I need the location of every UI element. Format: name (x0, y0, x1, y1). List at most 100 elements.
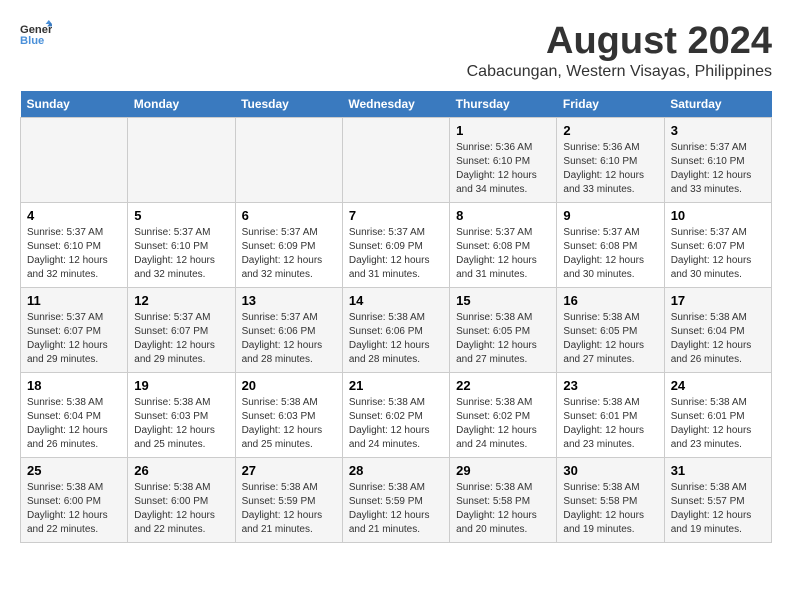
day-number: 7 (349, 208, 443, 223)
header: General Blue August 2024 Cabacungan, Wes… (20, 20, 772, 81)
day-number: 3 (671, 123, 765, 138)
calendar-week-row: 18 Sunrise: 5:38 AM Sunset: 6:04 PM Dayli… (21, 373, 772, 458)
day-number: 12 (134, 293, 228, 308)
calendar-cell: 28Sunrise: 5:38 AM Sunset: 5:59 PM Dayli… (342, 458, 449, 543)
calendar-cell: 13 Sunrise: 5:37 AM Sunset: 6:06 PM Dayli… (235, 288, 342, 373)
calendar-cell: 17 Sunrise: 5:38 AM Sunset: 6:04 PM Dayli… (664, 288, 771, 373)
day-number: 16 (563, 293, 657, 308)
day-info: Sunrise: 5:37 AM Sunset: 6:10 PM Dayligh… (134, 226, 228, 282)
subtitle: Cabacungan, Western Visayas, Philippines (467, 63, 772, 81)
calendar-cell: 23 Sunrise: 5:38 AM Sunset: 6:01 PM Dayli… (557, 373, 664, 458)
calendar-header-monday: Monday (128, 91, 235, 118)
day-info: Sunrise: 5:38 AM Sunset: 6:02 PM Dayligh… (349, 396, 443, 452)
day-number: 21 (349, 378, 443, 393)
day-number: 23 (563, 378, 657, 393)
calendar-cell: 8 Sunrise: 5:37 AM Sunset: 6:08 PM Daylig… (450, 203, 557, 288)
calendar-cell (21, 118, 128, 203)
day-info: Sunrise: 5:37 AM Sunset: 6:08 PM Dayligh… (563, 226, 657, 282)
calendar-cell: 16 Sunrise: 5:38 AM Sunset: 6:05 PM Dayli… (557, 288, 664, 373)
calendar-cell: 14 Sunrise: 5:38 AM Sunset: 6:06 PM Dayli… (342, 288, 449, 373)
day-number: 19 (134, 378, 228, 393)
day-info: Sunrise: 5:37 AM Sunset: 6:08 PM Dayligh… (456, 226, 550, 282)
day-number: 24 (671, 378, 765, 393)
day-number: 10 (671, 208, 765, 223)
day-number: 22 (456, 378, 550, 393)
day-info: Sunrise: 5:38 AM Sunset: 5:59 PM Dayligh… (349, 481, 443, 537)
calendar-header-saturday: Saturday (664, 91, 771, 118)
day-info: Sunrise: 5:37 AM Sunset: 6:07 PM Dayligh… (671, 226, 765, 282)
day-number: 15 (456, 293, 550, 308)
day-number: 5 (134, 208, 228, 223)
calendar-cell: 27Sunrise: 5:38 AM Sunset: 5:59 PM Dayli… (235, 458, 342, 543)
calendar-cell: 25 Sunrise: 5:38 AM Sunset: 6:00 PM Dayli… (21, 458, 128, 543)
day-info: Sunrise: 5:38 AM Sunset: 6:04 PM Dayligh… (671, 311, 765, 367)
calendar-table: SundayMondayTuesdayWednesdayThursdayFrid… (20, 91, 772, 543)
day-info: Sunrise: 5:37 AM Sunset: 6:07 PM Dayligh… (134, 311, 228, 367)
day-number: 29 (456, 463, 550, 478)
calendar-header-row: SundayMondayTuesdayWednesdayThursdayFrid… (21, 91, 772, 118)
calendar-cell: 6Sunrise: 5:37 AM Sunset: 6:09 PM Daylig… (235, 203, 342, 288)
calendar-cell: 20 Sunrise: 5:38 AM Sunset: 6:03 PM Dayli… (235, 373, 342, 458)
day-number: 26 (134, 463, 228, 478)
calendar-cell: 10 Sunrise: 5:37 AM Sunset: 6:07 PM Dayli… (664, 203, 771, 288)
calendar-header-tuesday: Tuesday (235, 91, 342, 118)
calendar-header-wednesday: Wednesday (342, 91, 449, 118)
calendar-cell: 15 Sunrise: 5:38 AM Sunset: 6:05 PM Dayli… (450, 288, 557, 373)
day-info: Sunrise: 5:38 AM Sunset: 6:01 PM Dayligh… (563, 396, 657, 452)
day-info: Sunrise: 5:38 AM Sunset: 6:00 PM Dayligh… (134, 481, 228, 537)
day-number: 8 (456, 208, 550, 223)
calendar-week-row: 25 Sunrise: 5:38 AM Sunset: 6:00 PM Dayli… (21, 458, 772, 543)
calendar-cell: 7 Sunrise: 5:37 AM Sunset: 6:09 PM Daylig… (342, 203, 449, 288)
svg-text:Blue: Blue (20, 35, 44, 47)
day-info: Sunrise: 5:37 AM Sunset: 6:07 PM Dayligh… (27, 311, 121, 367)
calendar-cell: 3Sunrise: 5:37 AM Sunset: 6:10 PM Daylig… (664, 118, 771, 203)
calendar-cell (128, 118, 235, 203)
day-number: 13 (242, 293, 336, 308)
day-info: Sunrise: 5:38 AM Sunset: 6:03 PM Dayligh… (134, 396, 228, 452)
day-number: 18 (27, 378, 121, 393)
main-title: August 2024 (467, 20, 772, 63)
calendar-cell: 5 Sunrise: 5:37 AM Sunset: 6:10 PM Daylig… (128, 203, 235, 288)
calendar-cell: 12 Sunrise: 5:37 AM Sunset: 6:07 PM Dayli… (128, 288, 235, 373)
day-info: Sunrise: 5:36 AM Sunset: 6:10 PM Dayligh… (563, 141, 657, 197)
day-number: 25 (27, 463, 121, 478)
calendar-week-row: 4Sunrise: 5:37 AM Sunset: 6:10 PM Daylig… (21, 203, 772, 288)
calendar-cell: 21 Sunrise: 5:38 AM Sunset: 6:02 PM Dayli… (342, 373, 449, 458)
calendar-cell (342, 118, 449, 203)
day-info: Sunrise: 5:37 AM Sunset: 6:09 PM Dayligh… (242, 226, 336, 282)
day-info: Sunrise: 5:38 AM Sunset: 6:05 PM Dayligh… (456, 311, 550, 367)
day-number: 11 (27, 293, 121, 308)
calendar-week-row: 1Sunrise: 5:36 AM Sunset: 6:10 PM Daylig… (21, 118, 772, 203)
calendar-cell: 24 Sunrise: 5:38 AM Sunset: 6:01 PM Dayli… (664, 373, 771, 458)
calendar-cell: 11 Sunrise: 5:37 AM Sunset: 6:07 PM Dayli… (21, 288, 128, 373)
day-info: Sunrise: 5:38 AM Sunset: 5:58 PM Dayligh… (563, 481, 657, 537)
day-info: Sunrise: 5:38 AM Sunset: 6:04 PM Dayligh… (27, 396, 121, 452)
calendar-cell: 2 Sunrise: 5:36 AM Sunset: 6:10 PM Daylig… (557, 118, 664, 203)
day-info: Sunrise: 5:38 AM Sunset: 6:05 PM Dayligh… (563, 311, 657, 367)
day-info: Sunrise: 5:38 AM Sunset: 6:01 PM Dayligh… (671, 396, 765, 452)
calendar-cell: 31Sunrise: 5:38 AM Sunset: 5:57 PM Dayli… (664, 458, 771, 543)
calendar-header-sunday: Sunday (21, 91, 128, 118)
day-info: Sunrise: 5:37 AM Sunset: 6:06 PM Dayligh… (242, 311, 336, 367)
day-info: Sunrise: 5:38 AM Sunset: 5:58 PM Dayligh… (456, 481, 550, 537)
calendar-cell: 30Sunrise: 5:38 AM Sunset: 5:58 PM Dayli… (557, 458, 664, 543)
calendar-cell: 18 Sunrise: 5:38 AM Sunset: 6:04 PM Dayli… (21, 373, 128, 458)
svg-text:General: General (20, 24, 52, 36)
day-info: Sunrise: 5:37 AM Sunset: 6:09 PM Dayligh… (349, 226, 443, 282)
calendar-cell: 9Sunrise: 5:37 AM Sunset: 6:08 PM Daylig… (557, 203, 664, 288)
day-info: Sunrise: 5:38 AM Sunset: 6:02 PM Dayligh… (456, 396, 550, 452)
calendar-cell: 22 Sunrise: 5:38 AM Sunset: 6:02 PM Dayli… (450, 373, 557, 458)
logo-icon: General Blue (20, 20, 52, 48)
day-number: 14 (349, 293, 443, 308)
calendar-cell: 4Sunrise: 5:37 AM Sunset: 6:10 PM Daylig… (21, 203, 128, 288)
calendar-week-row: 11 Sunrise: 5:37 AM Sunset: 6:07 PM Dayli… (21, 288, 772, 373)
calendar-cell: 1Sunrise: 5:36 AM Sunset: 6:10 PM Daylig… (450, 118, 557, 203)
title-area: August 2024 Cabacungan, Western Visayas,… (467, 20, 772, 81)
day-number: 2 (563, 123, 657, 138)
day-info: Sunrise: 5:38 AM Sunset: 6:03 PM Dayligh… (242, 396, 336, 452)
day-info: Sunrise: 5:38 AM Sunset: 6:00 PM Dayligh… (27, 481, 121, 537)
day-number: 20 (242, 378, 336, 393)
day-info: Sunrise: 5:38 AM Sunset: 5:57 PM Dayligh… (671, 481, 765, 537)
day-info: Sunrise: 5:38 AM Sunset: 6:06 PM Dayligh… (349, 311, 443, 367)
day-number: 17 (671, 293, 765, 308)
